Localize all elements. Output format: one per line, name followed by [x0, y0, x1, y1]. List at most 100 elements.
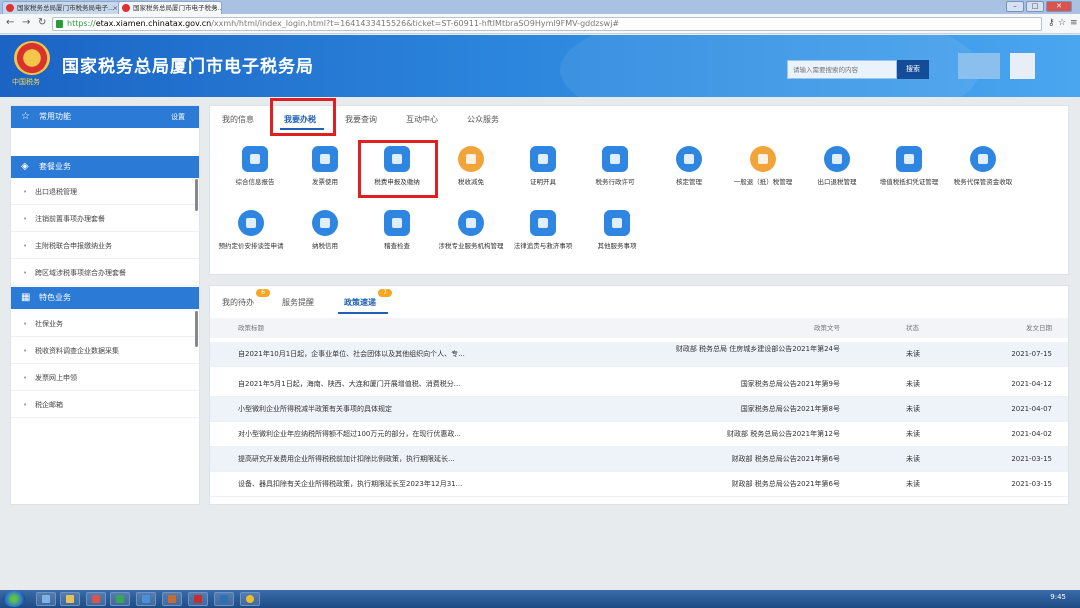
taskbar-app-icon[interactable] — [60, 592, 80, 606]
sidebar-common-functions[interactable]: ☆ 常用功能 设置 — [11, 106, 199, 128]
table-row[interactable]: 设备、器具扣除有关企业所得税政策，执行期限延长至2023年12月31... 财政… — [210, 472, 1068, 497]
key-icon[interactable]: ⚷ — [1048, 18, 1055, 28]
maximize-icon[interactable]: □ — [1026, 1, 1044, 12]
sidebar-item-export-refund[interactable]: • 出口退税管理 — [11, 179, 199, 205]
reload-icon[interactable]: ↻ — [38, 17, 46, 28]
url-field[interactable]: https://etax.xiamen.chinatax.gov.cn/xxmh… — [52, 17, 1042, 31]
service-export-refund[interactable]: 出口退税管理 — [802, 146, 872, 187]
start-button[interactable] — [3, 591, 25, 607]
service-tax-relief[interactable]: 税收减免 — [436, 146, 506, 187]
service-general-refund[interactable]: 一般退（抵）税管理 — [728, 146, 798, 187]
user-info-area[interactable] — [958, 53, 1000, 79]
table-row[interactable]: 小型微利企业所得税减半政策有关事项的具体规定 国家税务总局公告2021年第8号 … — [210, 397, 1068, 422]
browser-tab-2[interactable]: 国家税务总局厦门市电子税务... × — [118, 1, 222, 14]
taskbar-app-icon[interactable] — [86, 592, 106, 606]
system-tray[interactable] — [890, 593, 1070, 605]
header-date: 发文日期 — [1026, 324, 1052, 332]
tab-interaction[interactable]: 互动中心 — [406, 114, 438, 125]
sidebar-scrollbar[interactable] — [195, 179, 198, 211]
document-icon — [242, 146, 268, 172]
sidebar-scrollbar-2[interactable] — [195, 311, 198, 347]
sidebar-item-social-security[interactable]: • 社保业务 — [11, 311, 199, 337]
taskbar-app-icon[interactable] — [162, 592, 182, 606]
user-avatar[interactable] — [1010, 53, 1035, 79]
policy-title[interactable]: 对小型微利企业年应纳税所得额不超过100万元的部分，在现行优惠政... — [238, 422, 498, 447]
policy-title[interactable]: 自2021年5月1日起，海南、陕西、大连和厦门开展增值税、消费税分... — [238, 372, 498, 397]
sidebar-package-services[interactable]: ◈ 套餐业务 — [11, 156, 199, 178]
sidebar-special-services[interactable]: ▦ 特色业务 — [11, 287, 199, 309]
search-button[interactable]: 搜索 — [897, 60, 929, 79]
tax-favicon-icon — [6, 4, 14, 12]
browser-tab-1[interactable]: 国家税务总局厦门市税务局电子... × — [2, 1, 122, 14]
header-status: 状态 — [906, 324, 919, 332]
stopwatch-icon — [238, 210, 264, 236]
todo-count-badge: 6 — [256, 289, 270, 297]
money-bag-icon — [970, 146, 996, 172]
table-row[interactable]: 对小型微利企业年应纳税所得额不超过100万元的部分，在现行优惠政... 财政部 … — [210, 422, 1068, 447]
sidebar-item-data-collection[interactable]: • 税收资料调查企业数据采集 — [11, 338, 199, 364]
clock[interactable]: 9:45 — [1050, 593, 1066, 601]
settings-link[interactable]: 设置 — [171, 106, 185, 128]
service-assessment[interactable]: 核定管理 — [654, 146, 724, 187]
table-row[interactable]: 自2021年10月1日起，企事业单位、社会团体以及其他组织向个人、专... 财政… — [210, 342, 1068, 367]
tab-my-info[interactable]: 我的信息 — [222, 114, 254, 125]
tab-public-service[interactable]: 公众服务 — [467, 114, 499, 125]
forward-arrow-icon[interactable]: → — [22, 17, 30, 28]
policy-title[interactable]: 自2021年10月1日起，企事业单位、社会团体以及其他组织向个人、专... — [238, 342, 498, 367]
certificate-icon — [530, 146, 556, 172]
license-card-icon — [602, 146, 628, 172]
policy-title[interactable]: 设备、器具扣除有关企业所得税政策，执行期限延长至2023年12月31... — [238, 472, 498, 497]
taskbar-app-icon[interactable] — [136, 592, 156, 606]
menu-icon[interactable]: ≡ — [1070, 18, 1078, 28]
service-professional-agency[interactable]: 涉税专业服务机构管理 — [436, 210, 506, 251]
sidebar-item-tax-mailbox[interactable]: • 税企邮箱 — [11, 392, 199, 418]
tab-query[interactable]: 我要查询 — [345, 114, 377, 125]
taskbar-app-icon[interactable] — [188, 592, 208, 606]
service-tax-credit[interactable]: 纳税信用 — [290, 210, 360, 251]
service-pricing-arrangement[interactable]: 预约定价安排谈签申请 — [216, 210, 286, 251]
policy-status: 未读 — [906, 455, 920, 463]
service-inspection[interactable]: 稽查检查 — [362, 210, 432, 251]
policy-date: 2021-04-02 — [1011, 430, 1052, 438]
service-vat-deduction[interactable]: 增值税抵扣凭证管理 — [874, 146, 944, 187]
policy-doc-number: 财政部 税务总局公告2021年第12号 — [727, 430, 840, 438]
service-certificate[interactable]: 证明开具 — [508, 146, 578, 187]
voucher-icon — [896, 146, 922, 172]
back-arrow-icon[interactable]: ← — [6, 17, 14, 28]
tab-service-reminder[interactable]: 服务提醒 — [282, 297, 314, 308]
taskbar-app-icon[interactable] — [36, 592, 56, 606]
policy-count-badge: 7 — [378, 289, 392, 297]
service-info-report[interactable]: 综合信息报告 — [220, 146, 290, 187]
sidebar-item-cross-region[interactable]: • 跨区域涉税事项综合办理套餐 — [11, 260, 199, 286]
service-invoice-use[interactable]: 发票使用 — [290, 146, 360, 187]
sidebar-item-cancellation-package[interactable]: • 注销前置事项办理套餐 — [11, 206, 199, 232]
search-input[interactable] — [787, 60, 897, 79]
policy-doc-number: 国家税务总局公告2021年第8号 — [740, 405, 840, 413]
minimize-icon[interactable]: – — [1006, 1, 1024, 12]
taskbar-app-icon[interactable] — [214, 592, 234, 606]
service-fund-custody[interactable]: 税务代保管资金收取 — [948, 146, 1018, 187]
policy-doc-number: 国家税务总局公告2021年第9号 — [740, 380, 840, 388]
bookmark-star-icon[interactable]: ☆ — [1058, 18, 1066, 28]
table-row[interactable]: 自2021年5月1日起，海南、陕西、大连和厦门开展增值税、消费税分... 国家税… — [210, 372, 1068, 397]
policy-title[interactable]: 小型微利企业所得税减半政策有关事项的具体规定 — [238, 397, 498, 422]
sidebar-item-joint-filing[interactable]: • 主附税联合申报缴纳业务 — [11, 233, 199, 259]
close-tab-icon[interactable]: × — [213, 2, 218, 14]
table-row[interactable]: 提高研究开发费用企业所得税税前加计扣除比例政策，执行期限延长... 财政部 税务… — [210, 447, 1068, 472]
taskbar-app-icon[interactable] — [110, 592, 130, 606]
service-other[interactable]: 其他服务事项 — [582, 210, 652, 251]
close-window-icon[interactable]: ✕ — [1046, 1, 1072, 12]
taskbar-chrome-icon[interactable] — [240, 592, 260, 606]
invoice-check-icon — [312, 146, 338, 172]
sidebar-item-invoice-apply[interactable]: • 发票网上申领 — [11, 365, 199, 391]
service-admin-license[interactable]: 税务行政许可 — [580, 146, 650, 187]
policy-date: 2021-04-07 — [1011, 405, 1052, 413]
coin-icon — [458, 146, 484, 172]
tab-my-todo[interactable]: 我的待办 — [222, 297, 254, 308]
tab-policy-express[interactable]: 政策速递 — [344, 297, 376, 308]
policy-title[interactable]: 提高研究开发费用企业所得税税前加计扣除比例政策，执行期限延长... — [238, 447, 498, 472]
policy-doc-number: 财政部 税务总局公告2021年第6号 — [731, 455, 841, 463]
highlight-box-service — [358, 140, 438, 198]
globe-icon — [824, 146, 850, 172]
service-legal-remedy[interactable]: 法律追责与救济事项 — [508, 210, 578, 251]
